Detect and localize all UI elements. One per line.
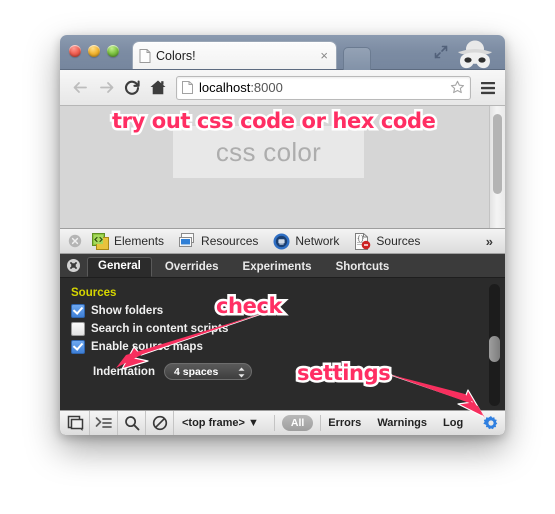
statusbar-divider [320, 415, 322, 431]
settings-tab-overrides[interactable]: Overrides [154, 258, 230, 277]
settings-gear-icon[interactable] [66, 258, 81, 273]
zoom-window-button[interactable] [107, 45, 119, 57]
star-icon[interactable] [450, 80, 465, 95]
devtools-panel: Elements Resources Network {} Sources » … [60, 229, 505, 435]
clear-console-icon [152, 415, 167, 431]
devtools-scrollbar-thumb[interactable] [489, 336, 500, 362]
network-icon [273, 233, 290, 249]
annotation-check: check check [213, 292, 306, 321]
address-host: localhost [199, 80, 251, 95]
close-icon[interactable] [68, 234, 82, 248]
devtools-panel-bar: Elements Resources Network {} Sources » [60, 229, 505, 254]
annotation-text: check [216, 294, 283, 318]
filter-warnings-button[interactable]: Warnings [377, 417, 427, 429]
screenshot-stage: Colors! × localhost:8000 css color Eleme… [0, 0, 555, 514]
address-bar-url: localhost:8000 [199, 80, 450, 95]
clear-console-button[interactable] [146, 411, 174, 435]
frame-selector-label: <top frame> [182, 417, 245, 429]
annotation-text: settings [297, 361, 391, 385]
devtools-tab-label: Elements [114, 234, 165, 248]
statusbar-divider [273, 415, 275, 431]
new-tab-button[interactable] [343, 47, 371, 70]
devtools-tab-label: Network [295, 234, 340, 248]
reload-button[interactable] [120, 76, 144, 100]
search-button[interactable] [118, 411, 146, 435]
devtools-tab-network[interactable]: Network [273, 233, 339, 250]
setting-label: Enable source maps [91, 341, 203, 353]
window-controls [69, 45, 119, 57]
back-arrow-icon [73, 82, 87, 93]
setting-search-content-scripts[interactable]: Search in content scripts [71, 322, 505, 336]
setting-enable-source-maps[interactable]: Enable source maps [71, 340, 505, 354]
address-bar[interactable]: localhost:8000 [176, 75, 471, 100]
elements-icon [92, 232, 109, 250]
settings-tab-experiments[interactable]: Experiments [232, 258, 323, 277]
page-scrollbar[interactable] [489, 106, 505, 228]
css-color-placeholder: css color [215, 136, 322, 167]
search-icon [124, 416, 139, 431]
indentation-value: 4 spaces [173, 365, 219, 378]
stepper-arrows-icon[interactable] [236, 366, 247, 379]
settings-tab-general[interactable]: General [87, 257, 152, 277]
fullscreen-expand-icon[interactable] [433, 44, 449, 60]
search-content-scripts-checkbox[interactable] [71, 322, 85, 336]
devtools-overflow-button[interactable]: » [486, 234, 497, 249]
reload-icon [124, 80, 140, 95]
home-icon [150, 80, 166, 95]
setting-label: Search in content scripts [91, 323, 229, 335]
annotation-text: try out css code or hex code [112, 109, 436, 133]
hamburger-menu-icon[interactable] [479, 80, 497, 96]
back-button[interactable] [68, 76, 92, 100]
settings-gear-button[interactable] [483, 415, 499, 431]
indentation-select[interactable]: 4 spaces [163, 363, 252, 380]
tab-title: Colors! [156, 48, 196, 63]
resources-icon [179, 232, 195, 247]
source-maps-checkbox[interactable] [71, 340, 85, 354]
tab-close-button[interactable]: × [318, 49, 330, 62]
page-scrollbar-thumb[interactable] [493, 114, 502, 194]
devtools-scrollbar[interactable] [489, 284, 500, 406]
devtools-statusbar: <top frame> ▼ All Errors Warnings Log [60, 410, 505, 435]
annotation-settings: settings settings [294, 359, 407, 388]
devtools-settings-tabbar: General Overrides Experiments Shortcuts [60, 254, 505, 278]
devtools-tab-resources[interactable]: Resources [179, 232, 259, 250]
browser-window: Colors! × localhost:8000 css color Eleme… [60, 35, 505, 435]
dock-to-side-icon [67, 415, 84, 431]
filter-errors-button[interactable]: Errors [328, 417, 361, 429]
frame-selector[interactable]: <top frame> ▼ [174, 417, 267, 429]
filter-log-button[interactable]: Log [443, 417, 463, 429]
svg-text:{}: {} [357, 235, 364, 242]
setting-label: Show folders [91, 305, 164, 317]
home-button[interactable] [146, 76, 170, 100]
forward-button[interactable] [94, 76, 118, 100]
console-prompt-button[interactable] [90, 411, 118, 435]
settings-tab-shortcuts[interactable]: Shortcuts [325, 258, 401, 277]
page-icon [139, 48, 151, 63]
console-prompt-icon [95, 417, 112, 428]
browser-navbar: localhost:8000 [60, 70, 505, 106]
page-icon [182, 81, 193, 94]
minimize-window-button[interactable] [88, 45, 100, 57]
filter-all-button[interactable]: All [281, 415, 314, 431]
sources-icon: {} [355, 232, 371, 250]
show-folders-checkbox[interactable] [71, 304, 85, 318]
forward-arrow-icon [99, 82, 113, 93]
devtools-tab-sources[interactable]: {} Sources [354, 232, 421, 250]
chevron-down-icon: ▼ [247, 417, 259, 429]
dock-to-side-button[interactable] [62, 411, 90, 435]
browser-tab[interactable]: Colors! × [132, 41, 337, 69]
close-window-button[interactable] [69, 45, 81, 57]
devtools-tab-elements[interactable]: Elements [92, 232, 165, 250]
incognito-avatar-icon[interactable] [452, 37, 498, 69]
devtools-tab-label: Sources [376, 234, 421, 248]
devtools-tab-label: Resources [201, 234, 259, 248]
browser-titlebar: Colors! × [60, 35, 505, 70]
annotation-try-css: try out css code or hex code try out css… [109, 107, 442, 136]
indentation-label: Indentation [93, 365, 155, 378]
address-port: :8000 [250, 80, 283, 95]
